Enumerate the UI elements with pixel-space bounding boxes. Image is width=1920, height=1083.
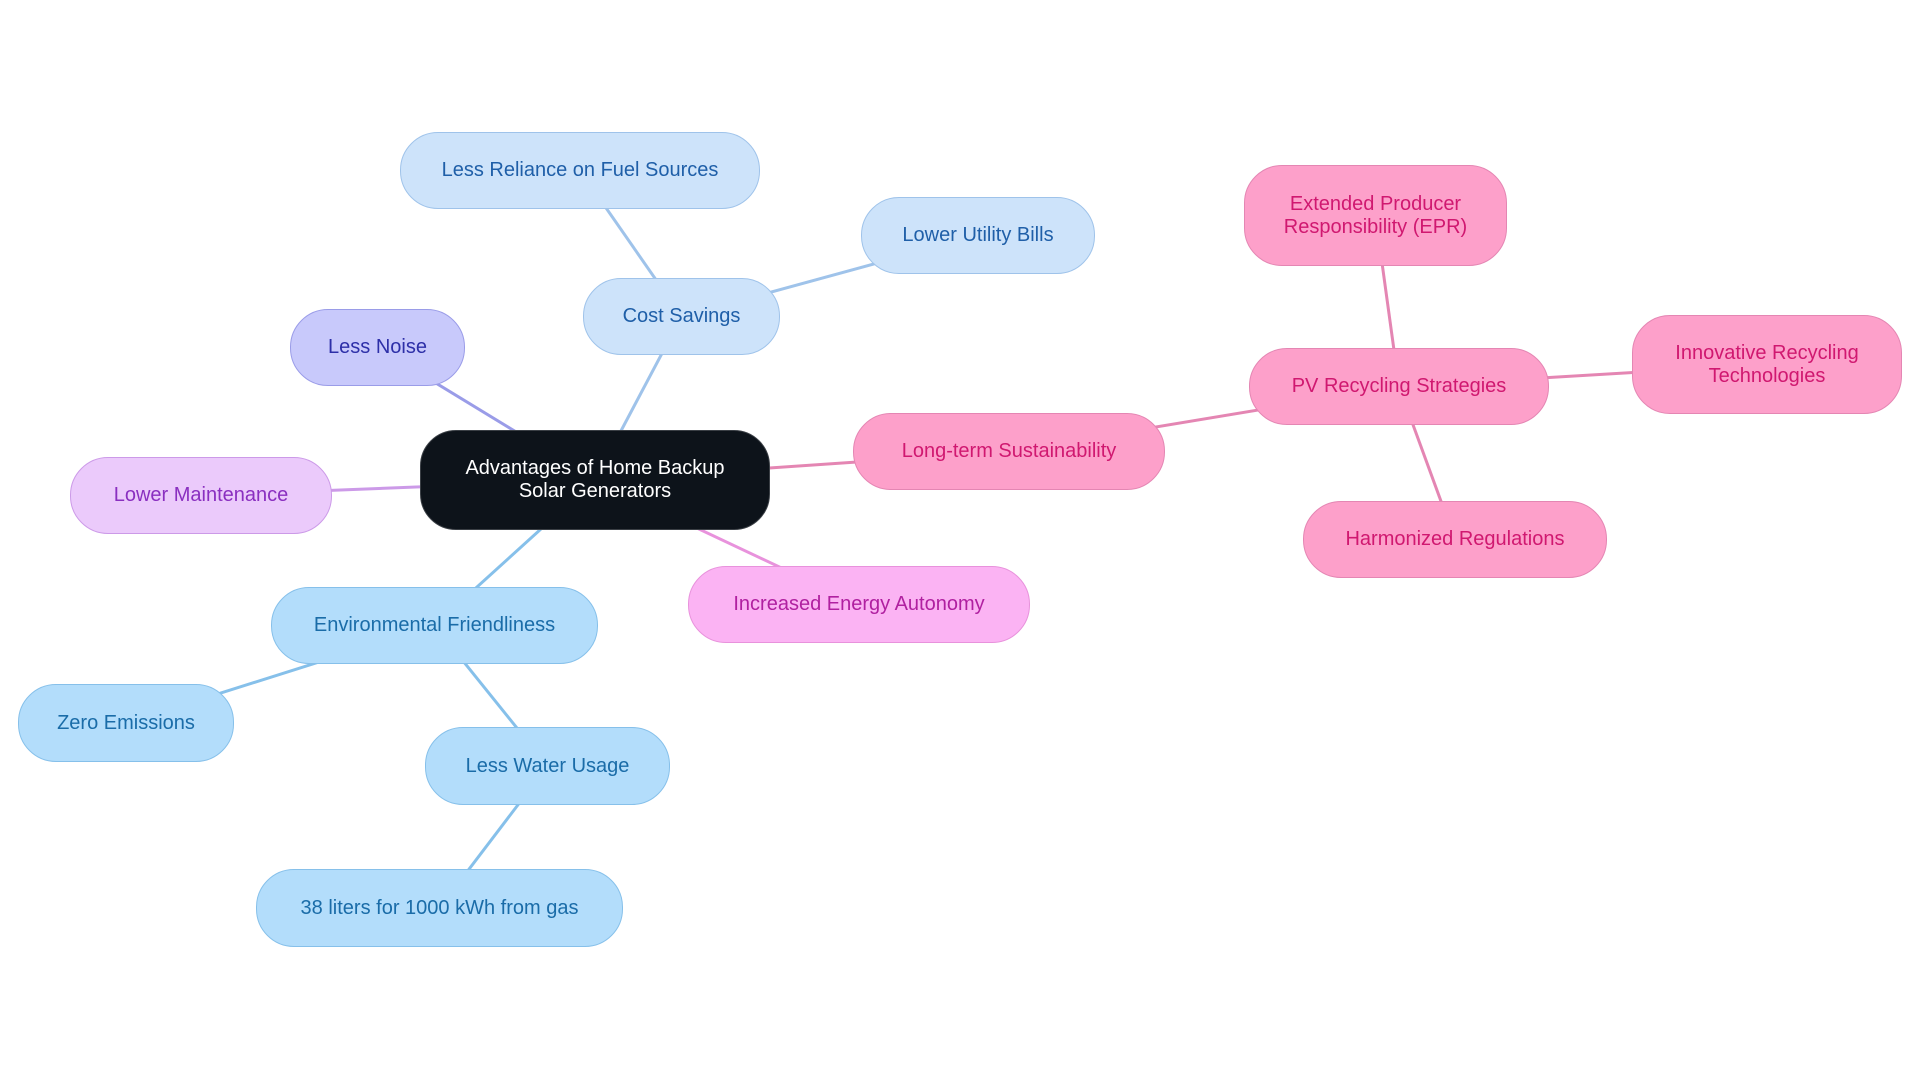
node-cost-savings[interactable]: Cost Savings bbox=[583, 278, 780, 355]
node-pv-recycling-strategies[interactable]: PV Recycling Strategies bbox=[1249, 348, 1549, 425]
node-less-water-usage[interactable]: Less Water Usage bbox=[425, 727, 670, 805]
node-environmental-friendliness[interactable]: Environmental Friendliness bbox=[271, 587, 598, 664]
node-lower-utility-bills[interactable]: Lower Utility Bills bbox=[861, 197, 1095, 274]
node-less-reliance-on-fuel-sources[interactable]: Less Reliance on Fuel Sources bbox=[400, 132, 760, 209]
node-less-noise[interactable]: Less Noise bbox=[290, 309, 465, 386]
node-lower-maintenance[interactable]: Lower Maintenance bbox=[70, 457, 332, 534]
node-zero-emissions[interactable]: Zero Emissions bbox=[18, 684, 234, 762]
node-increased-energy-autonomy[interactable]: Increased Energy Autonomy bbox=[688, 566, 1030, 643]
node-innovative-recycling-technologies[interactable]: Innovative Recycling Technologies bbox=[1632, 315, 1902, 414]
node-38-liters-for-1000-kwh-from-gas[interactable]: 38 liters for 1000 kWh from gas bbox=[256, 869, 623, 947]
node-harmonized-regulations[interactable]: Harmonized Regulations bbox=[1303, 501, 1607, 578]
node-extended-producer-responsibility[interactable]: Extended Producer Responsibility (EPR) bbox=[1244, 165, 1507, 266]
root-node[interactable]: Advantages of Home Backup Solar Generato… bbox=[420, 430, 770, 530]
node-long-term-sustainability[interactable]: Long-term Sustainability bbox=[853, 413, 1165, 490]
